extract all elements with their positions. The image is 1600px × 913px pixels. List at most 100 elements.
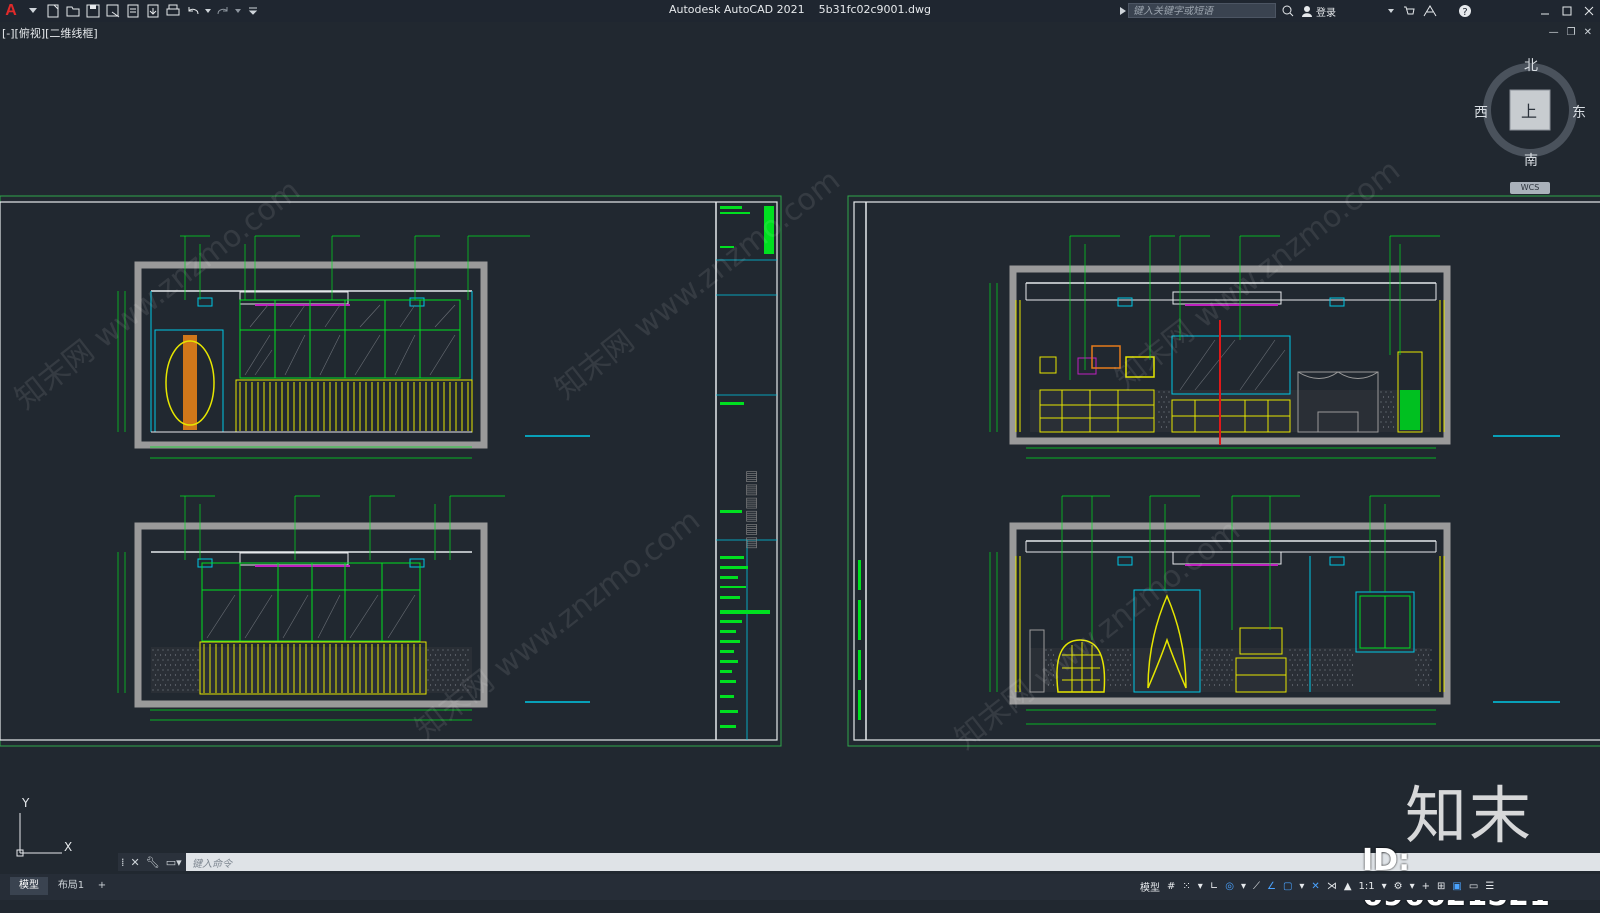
units-icon[interactable]: ⊞: [1437, 881, 1445, 892]
hatch-dot: [159, 654, 162, 656]
search-expand-icon[interactable]: [1120, 2, 1126, 20]
autoscale-icon[interactable]: ⋊: [1327, 881, 1337, 892]
hatch-dot: [444, 664, 447, 666]
workspace-dropdown-icon[interactable]: ▾: [1410, 881, 1415, 892]
hatch-dot: [177, 669, 179, 671]
hatch-dot: [444, 654, 447, 656]
watermark-cn-4: 知末网: [948, 673, 1042, 757]
hatch-dot: [1228, 674, 1231, 676]
hatch-dot: [1334, 649, 1336, 651]
hatch-dot: [177, 649, 179, 651]
autodesk-a360-icon[interactable]: [1423, 2, 1437, 20]
command-grip-icon[interactable]: ⁞: [121, 856, 125, 869]
grid-icon[interactable]: #: [1167, 881, 1175, 892]
hatch-dot: [1415, 679, 1417, 681]
viewport-close-icon[interactable]: ✕: [1584, 27, 1592, 38]
hatch-dot: [1425, 649, 1427, 651]
hatch-dot: [1382, 416, 1385, 418]
viewcube-east[interactable]: 东: [1572, 102, 1586, 122]
command-input[interactable]: 键入命令: [192, 855, 232, 870]
command-line-controls: ⁞ ✕ 🔧︎ ▭▾: [118, 853, 186, 871]
quick-properties-icon[interactable]: ▣: [1452, 881, 1461, 892]
close-icon[interactable]: [1584, 2, 1594, 20]
hatch-dot: [1119, 654, 1122, 656]
viewcube-top-face[interactable]: 上: [1521, 98, 1537, 122]
hatch-dot: [157, 689, 159, 691]
annotation-scale-icon[interactable]: ▲: [1344, 881, 1352, 892]
viewcube-west[interactable]: 西: [1474, 102, 1488, 122]
hatch-dot: [1316, 654, 1319, 656]
command-customize-icon[interactable]: 🔧︎: [146, 856, 160, 869]
scale-dropdown-icon[interactable]: ▾: [1382, 881, 1387, 892]
add-layout-button[interactable]: +: [94, 877, 110, 895]
wcs-menu-button[interactable]: WCS: [1510, 182, 1550, 194]
hatch-dot: [1344, 649, 1346, 651]
hatch-dot: [1168, 401, 1170, 403]
hatch-dot: [1221, 669, 1223, 671]
hatch-dot: [189, 664, 192, 666]
hatch-dot: [1107, 679, 1109, 681]
hatch-dot: [1351, 654, 1354, 656]
hatch-dot: [1341, 684, 1344, 686]
viewport-controls-label[interactable]: [-][俯视][二维线框]: [2, 25, 98, 41]
search-icon[interactable]: [1282, 2, 1294, 20]
hatch-dot: [1119, 674, 1122, 676]
viewcube-north[interactable]: 北: [1524, 55, 1538, 75]
cart-icon[interactable]: [1403, 2, 1415, 20]
hatch-dot: [1165, 416, 1168, 418]
search-input[interactable]: 键入关键字或短语: [1128, 3, 1276, 18]
hatch-dot: [1158, 391, 1160, 393]
hatch-dot: [1112, 679, 1114, 681]
hatch-dot: [192, 679, 194, 681]
hatch-dot: [192, 659, 194, 661]
hatch-dot: [154, 674, 157, 676]
viewcube[interactable]: 北 南 东 西 上: [1474, 58, 1586, 169]
hatch-dot: [1294, 679, 1296, 681]
snap-icon[interactable]: ⁙: [1182, 881, 1190, 892]
hatch-dot: [1163, 421, 1165, 423]
annotation-scale-value[interactable]: 1:1: [1359, 881, 1375, 892]
viewport-restore-icon[interactable]: ❐: [1567, 27, 1576, 38]
hatch-dot: [1201, 659, 1203, 661]
drawing-canvas[interactable]: ▥▥▥▥▥▥: [0, 0, 1600, 900]
snap-dropdown-icon[interactable]: ▾: [1198, 881, 1203, 892]
hatch-dot: [1324, 649, 1326, 651]
polar-icon[interactable]: ◎: [1225, 881, 1234, 892]
user-login-button[interactable]: 登录: [1301, 2, 1336, 20]
annotation-monitor-icon[interactable]: +: [1422, 881, 1430, 892]
help-icon[interactable]: ?: [1458, 2, 1472, 20]
otrack-icon[interactable]: ∠: [1267, 881, 1276, 892]
hatch-dot: [1124, 674, 1127, 676]
command-close-icon[interactable]: ✕: [131, 856, 140, 869]
clean-screen-icon[interactable]: ▭: [1469, 881, 1478, 892]
customization-menu-icon[interactable]: ☰: [1485, 881, 1494, 892]
hatch-dot: [174, 684, 177, 686]
viewport-minimize-icon[interactable]: —: [1549, 27, 1559, 38]
hatch-dot: [449, 664, 452, 666]
hatch-dot: [1122, 649, 1124, 651]
workspace-gear-icon[interactable]: ⚙: [1394, 881, 1403, 892]
tab-model[interactable]: 模型: [10, 877, 48, 895]
osnap-icon[interactable]: ▢: [1283, 881, 1292, 892]
hatch-dot: [1109, 674, 1112, 676]
hatch-dot: [1117, 679, 1119, 681]
hatch-dot: [1349, 659, 1351, 661]
hatch-dot: [187, 669, 189, 671]
isodraft-icon[interactable]: ⟋: [1253, 881, 1260, 892]
polar-dropdown-icon[interactable]: ▾: [1241, 881, 1246, 892]
ortho-icon[interactable]: ∟: [1210, 881, 1218, 892]
title-block-logo-text: ▥▥▥▥▥▥: [744, 470, 760, 549]
osnap-dropdown-icon[interactable]: ▾: [1299, 881, 1304, 892]
model-space-button[interactable]: 模型: [1140, 879, 1160, 894]
hatch-dot: [427, 679, 429, 681]
command-history-icon[interactable]: ▭▾: [166, 856, 182, 869]
hatch-dot: [1422, 674, 1425, 676]
tab-layout1[interactable]: 布局1: [52, 877, 90, 895]
viewcube-south[interactable]: 南: [1524, 150, 1538, 170]
minimize-icon[interactable]: [1540, 2, 1550, 20]
maximize-icon[interactable]: [1562, 2, 1572, 20]
login-dropdown-icon[interactable]: [1388, 2, 1394, 20]
annotation-visibility-icon[interactable]: ✕: [1311, 881, 1319, 892]
hatch-dot: [179, 664, 182, 666]
watermark-cn-1: 知末网: [8, 333, 102, 417]
